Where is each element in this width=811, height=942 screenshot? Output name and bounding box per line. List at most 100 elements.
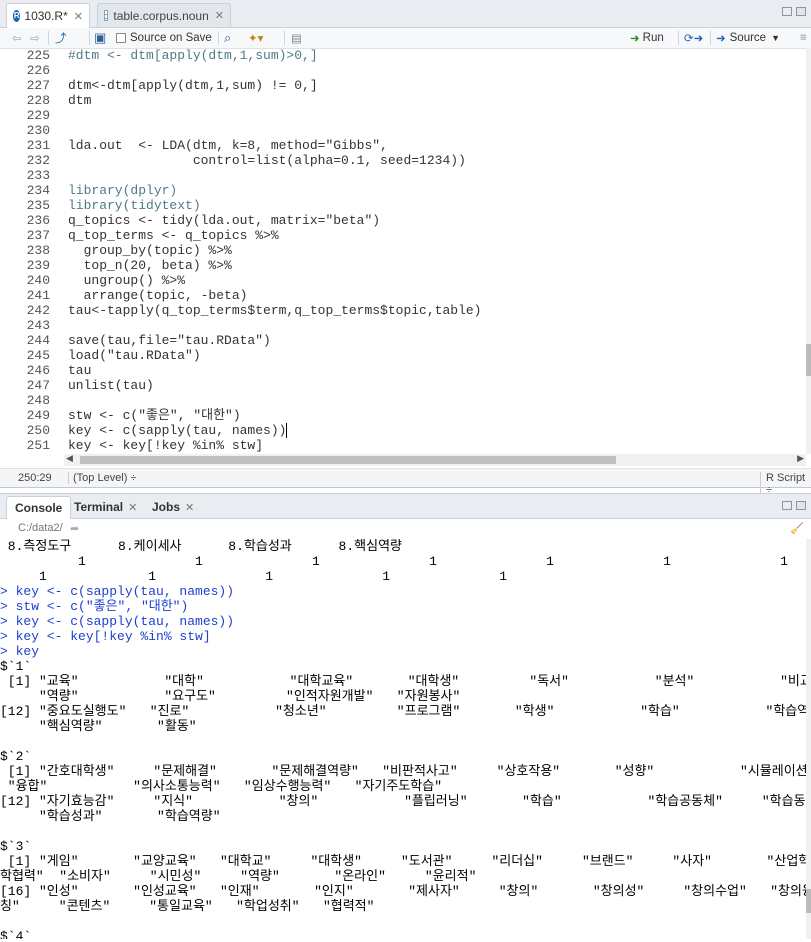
maximize-icon[interactable]: [796, 7, 806, 16]
code-line: 240 ungroup() %>%: [26, 273, 186, 288]
console-pane: Console Terminal ✕ Jobs ✕ C:/data2/ ➦ 🧹 …: [0, 493, 811, 942]
text-cursor: [286, 423, 288, 438]
code-line: 229: [26, 108, 50, 123]
console-line: $`1`: [0, 659, 32, 674]
code-line: 234 library(dplyr): [26, 183, 178, 198]
close-icon[interactable]: ✕: [215, 9, 224, 22]
working-directory: C:/data2/: [18, 522, 63, 534]
code-line: 231 lda.out <- LDA(dtm, k=8, method="Gibb…: [26, 138, 388, 153]
close-icon[interactable]: ✕: [128, 501, 137, 514]
code-line: 228 dtm: [26, 93, 92, 108]
scroll-right-icon[interactable]: ▶: [797, 453, 804, 464]
tab-label: Console: [15, 501, 63, 515]
go-to-directory-icon[interactable]: ➦: [70, 522, 79, 535]
run-arrow-icon: ➜: [630, 33, 640, 45]
code-line: 226: [26, 63, 50, 78]
tab-table-corpus-noun[interactable]: table.corpus.noun ✕: [97, 3, 231, 27]
console-command: > key <- c(sapply(tau, names)): [0, 614, 235, 629]
editor-vertical-scrollbar[interactable]: [806, 48, 811, 454]
code-line-current: 250 key <- c(sapply(tau, names)): [26, 423, 288, 438]
console-tab-bar: Console Terminal ✕ Jobs ✕: [0, 494, 811, 519]
console-line: [1] "간호대학생" "문제해결" "문제해결역량" "비판적사고" "상호작…: [0, 764, 806, 779]
console-line: [16] "인성" "인성교육" "인재" "인지" "제사자" "창의" "창…: [0, 884, 806, 899]
close-icon[interactable]: ✕: [74, 10, 83, 23]
console-line: "융합" "의사소통능력" "임상수행능력" "자기주도학습": [0, 779, 443, 794]
console-line: $`3`: [0, 839, 32, 854]
code-line: 225 #dtm <- dtm[apply(dtm,1,sum)>0,]: [26, 48, 318, 63]
search-icon[interactable]: ⌕: [224, 29, 231, 47]
back-icon[interactable]: ⇦: [12, 29, 22, 47]
tab-terminal[interactable]: Terminal ✕: [66, 496, 145, 518]
console-line: 8.측정도구 8.케이세사 8.학습성과 8.핵심역량: [0, 539, 402, 554]
source-on-save-toggle[interactable]: Source on Save: [116, 29, 212, 47]
console-line: 1 1 1 1 1 1 1: [0, 554, 788, 569]
console-line: 1 1 1 1 1: [0, 569, 508, 584]
editor-status-bar: 250:29 (Top Level) ÷ R Script ÷: [0, 468, 811, 496]
console-line: 학협력" "소비자" "시민성" "역량" "온라인" "윤리적": [0, 869, 477, 884]
forward-icon[interactable]: ⇨: [30, 29, 40, 47]
code-line: 245 load("tau.RData"): [26, 348, 201, 363]
tab-label: 1030.R*: [24, 9, 68, 23]
checkbox-icon[interactable]: [116, 33, 126, 43]
tab-1030-r[interactable]: R 1030.R* ✕: [6, 3, 90, 28]
code-line: 239 top_n(20, beta) %>%: [26, 258, 232, 273]
scope-selector[interactable]: (Top Level) ÷: [68, 472, 137, 484]
console-vertical-scrollbar[interactable]: [806, 539, 811, 939]
minimize-icon[interactable]: [782, 501, 792, 510]
code-line: 251 key <- key[!key %in% stw]: [26, 438, 264, 453]
tab-label: Terminal: [74, 500, 124, 514]
code-line: 243: [26, 318, 50, 333]
code-line: 241 arrange(topic, -beta): [26, 288, 248, 303]
source-button[interactable]: ➜ Source ▼: [716, 29, 780, 47]
editor-tab-bar: R 1030.R* ✕ table.corpus.noun ✕: [0, 0, 811, 28]
console-line: 칭" "콘텐츠" "통일교육" "학업성취" "협력적": [0, 899, 375, 914]
console-line: $`2`: [0, 749, 32, 764]
code-line: 230: [26, 123, 50, 138]
tab-jobs[interactable]: Jobs ✕: [144, 496, 202, 518]
code-line: 247 unlist(tau): [26, 378, 154, 393]
code-line: 249 stw <- c("좋은", "대한"): [26, 408, 241, 423]
console-line: "핵심역량" "활동": [0, 719, 197, 734]
tab-console[interactable]: Console: [6, 496, 72, 519]
chevron-down-icon[interactable]: ▼: [771, 33, 780, 43]
code-line: 246 tau: [26, 363, 92, 378]
console-line: "역량" "요구도" "인적자원개발" "자원봉사": [0, 689, 461, 704]
run-button[interactable]: ➜ Run: [630, 29, 664, 47]
outline-icon[interactable]: ≡: [800, 29, 807, 47]
console-command: > stw <- c("좋은", "대한"): [0, 599, 189, 614]
cursor-position: 250:29: [18, 472, 52, 484]
code-line: 233: [26, 168, 50, 183]
console-line: [12] "중요도실행도" "진로" "청소년" "프로그램" "학생" "학습…: [0, 704, 806, 719]
working-directory-bar: C:/data2/ ➦ 🧹: [0, 519, 811, 537]
source-label: Source: [729, 32, 767, 44]
scroll-left-icon[interactable]: ◀: [66, 453, 73, 464]
code-line: 244 save(tau,file="tau.RData"): [26, 333, 271, 348]
code-line: 242 tau<-tapply(q_top_terms$term,q_top_te…: [26, 303, 482, 318]
maximize-icon[interactable]: [796, 501, 806, 510]
clear-console-icon[interactable]: 🧹: [790, 522, 804, 535]
table-icon: [104, 10, 109, 21]
compile-report-icon[interactable]: ▤: [291, 29, 302, 47]
code-line: 235 library(tidytext): [26, 198, 201, 213]
code-line: 236 q_topics <- tidy(lda.out, matrix="bet…: [26, 213, 381, 228]
r-file-icon: R: [13, 10, 21, 22]
console-line: [1] "교육" "대학" "대학교육" "대학생" "독서" "분석" "비교…: [0, 674, 806, 689]
close-icon[interactable]: ✕: [185, 501, 194, 514]
console-line: [1] "게임" "교양교육" "대학교" "대학생" "도서관" "리더십" …: [0, 854, 806, 869]
console-line: [12] "자기효능감" "지식" "창의" "플립러닝" "학습" "학습공동…: [0, 794, 806, 809]
rerun-icon[interactable]: ⟳➜: [684, 29, 703, 47]
editor-pane: R 1030.R* ✕ table.corpus.noun ✕ ⇦ ⇨ ⤴ ▣ …: [0, 0, 811, 496]
code-line: 237 q_top_terms <- q_topics %>%: [26, 228, 279, 243]
editor-toolbar: ⇦ ⇨ ⤴ ▣ Source on Save ⌕ ✦▾ ▤ ➜ Run ⟳➜ ➜…: [0, 28, 811, 49]
code-line: 232 control=list(alpha=0.1, seed=1234)): [26, 153, 466, 168]
console-command: > key <- c(sapply(tau, names)): [0, 584, 235, 599]
console-output[interactable]: 8.측정도구 8.케이세사 8.학습성과 8.핵심역량 1 1 1 1 1 1 …: [0, 539, 806, 939]
save-icon[interactable]: ▣: [94, 29, 106, 47]
show-in-window-icon[interactable]: ⤴: [55, 29, 67, 47]
console-command: > key <- key[!key %in% stw]: [0, 629, 211, 644]
editor-horizontal-scrollbar[interactable]: ◀ ▶: [64, 453, 806, 466]
code-editor[interactable]: 225 #dtm <- dtm[apply(dtm,1,sum)>0,] 226 …: [0, 48, 806, 454]
minimize-icon[interactable]: [782, 7, 792, 16]
magic-wand-icon[interactable]: ✦▾: [248, 29, 263, 47]
code-line: 227 dtm<-dtm[apply(dtm,1,sum) != 0,]: [26, 78, 318, 93]
